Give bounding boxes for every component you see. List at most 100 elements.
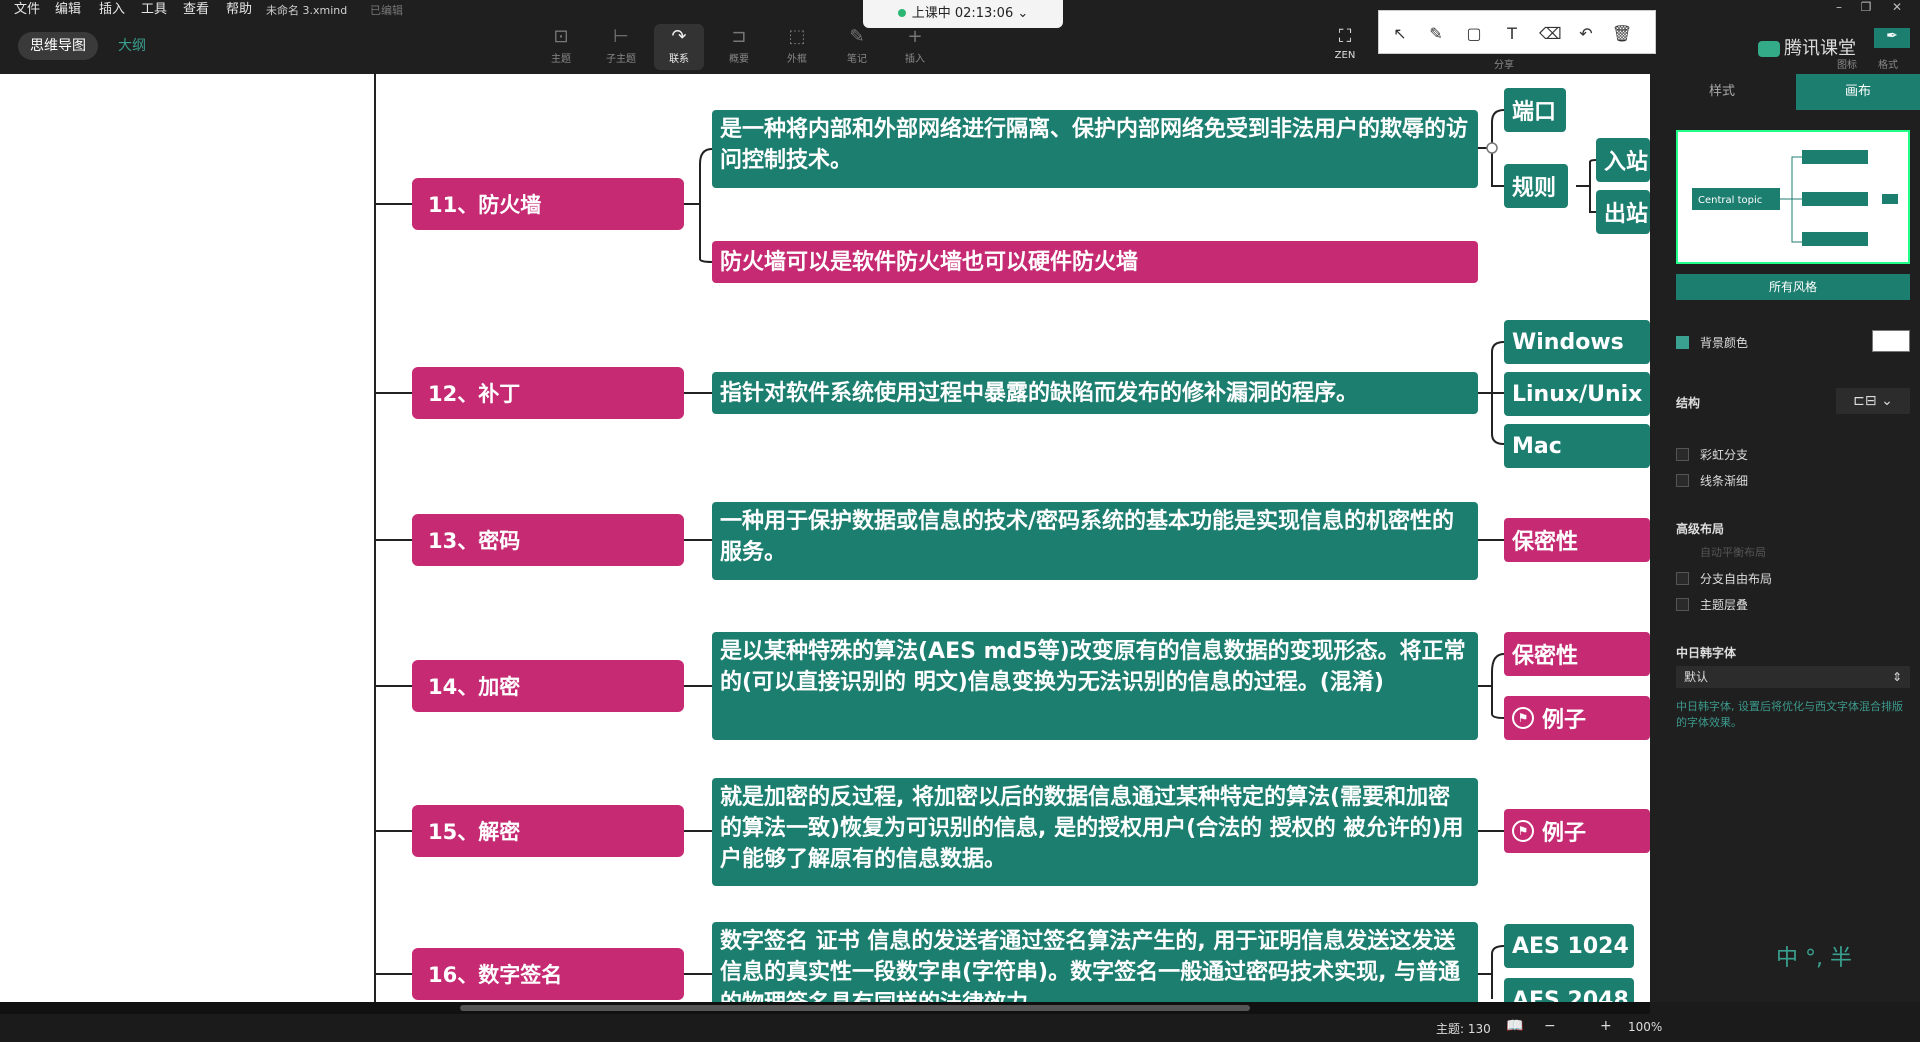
pen-icon[interactable]: ✎ bbox=[1425, 23, 1447, 45]
tab-style[interactable]: 样式 bbox=[1650, 74, 1794, 110]
advanced-layout-label: 高级布局 bbox=[1676, 522, 1725, 536]
tool-insert[interactable]: + 插入 bbox=[890, 24, 940, 70]
leaf-windows[interactable]: Windows bbox=[1504, 320, 1650, 364]
desc-decryption[interactable]: 就是加密的反过程, 将加密以后的数据信息通过某种特定的算法(需要和加密的算法一致… bbox=[712, 778, 1478, 886]
brand-mark bbox=[1758, 41, 1780, 57]
bg-color-swatch[interactable] bbox=[1872, 330, 1910, 352]
horizontal-scrollbar[interactable] bbox=[0, 1002, 1650, 1014]
tool-label: 联系 bbox=[669, 54, 689, 65]
leaf-confidentiality[interactable]: 保密性 bbox=[1504, 632, 1650, 676]
menu-file[interactable]: 文件 bbox=[14, 0, 40, 20]
share-label[interactable]: 分享 bbox=[1494, 56, 1514, 71]
book-icon[interactable]: 📖 bbox=[1506, 1018, 1523, 1034]
desc-patch[interactable]: 指针对软件系统使用过程中暴露的缺陷而发布的修补漏洞的程序。 bbox=[712, 372, 1478, 414]
leaf-outbound[interactable]: 出站 bbox=[1596, 190, 1650, 234]
chevron-down-icon: ⌄ bbox=[1017, 6, 1029, 21]
leaf-example[interactable]: ⚑ 例子 bbox=[1504, 696, 1650, 740]
zoom-level[interactable]: 100% bbox=[1628, 1020, 1662, 1034]
scroll-thumb[interactable] bbox=[460, 1005, 1250, 1011]
leaf-port[interactable]: 端口 bbox=[1504, 88, 1566, 132]
tool-label: 子主题 bbox=[606, 54, 636, 65]
leaf-aes-2048[interactable]: AES 2048 bbox=[1504, 978, 1634, 1002]
flag-icon: ⚑ bbox=[1512, 820, 1534, 842]
chevron-down-icon: ⌄ bbox=[1881, 393, 1893, 409]
live-class-indicator[interactable]: 上课中 02:13:06 ⌄ bbox=[863, 0, 1063, 28]
tool-summary[interactable]: ⊐ 概要 bbox=[714, 24, 764, 70]
leaf-example[interactable]: ⚑ 例子 bbox=[1504, 809, 1650, 853]
minimize-icon[interactable]: – bbox=[1828, 0, 1850, 18]
bg-color-checkbox[interactable] bbox=[1676, 336, 1689, 349]
topic-overlap-checkbox[interactable] bbox=[1676, 598, 1689, 611]
tool-subtopic[interactable]: ⊢ 子主题 bbox=[596, 24, 646, 70]
menu-view[interactable]: 查看 bbox=[183, 0, 209, 20]
close-icon[interactable]: ✕ bbox=[1886, 0, 1908, 18]
desc-digital-signature[interactable]: 数字签名 证书 信息的发送者通过签名算法产生的, 用于证明信息发送这发送信息的真… bbox=[712, 922, 1478, 1002]
structure-select[interactable]: ⊏⊟ ⌄ bbox=[1836, 388, 1910, 414]
subtopic-icon: ⊢ bbox=[613, 26, 629, 47]
annotation-toolbar: ↖ ✎ ▢ T ⌫ ↶ 🗑 bbox=[1378, 10, 1656, 54]
tab-outline[interactable]: 大纲 bbox=[106, 32, 158, 60]
topic-label: 13、密码 bbox=[428, 529, 521, 553]
ime-status: 中 °, 半 bbox=[1776, 946, 1852, 971]
desc-firewall-definition[interactable]: 是一种将内部和外部网络进行隔离、保护内部网络免受到非法用户的欺辱的访问控制技术。 bbox=[712, 110, 1478, 188]
sub-tab-format[interactable]: 格式 bbox=[1878, 56, 1898, 71]
tool-label: 外框 bbox=[787, 54, 807, 65]
topic-firewall[interactable]: 11、防火墙 bbox=[412, 178, 684, 230]
desc-encryption[interactable]: 是以某种特殊的算法(AES md5等)改变原有的信息数据的变现形态。将正常的(可… bbox=[712, 632, 1478, 740]
zoom-out-icon[interactable]: − bbox=[1544, 1018, 1556, 1034]
tool-relationship[interactable]: ↷ 联系 bbox=[654, 24, 704, 70]
structure-label: 结构 bbox=[1676, 396, 1701, 410]
topic-label: 14、加密 bbox=[428, 675, 521, 699]
format-pen-icon[interactable]: ✒ bbox=[1874, 28, 1910, 48]
topic-decryption[interactable]: 15、解密 bbox=[412, 805, 684, 857]
leaf-aes-1024[interactable]: AES 1024 bbox=[1504, 924, 1634, 968]
topic-label: 11、防火墙 bbox=[428, 193, 542, 217]
leaf-label: 例子 bbox=[1542, 708, 1587, 733]
text-icon[interactable]: T bbox=[1501, 23, 1523, 45]
zoom-in-icon[interactable]: + bbox=[1600, 1018, 1612, 1034]
menu-insert[interactable]: 插入 bbox=[99, 0, 125, 20]
main-branch-line bbox=[374, 74, 376, 1002]
topic-digital-signature[interactable]: 16、数字签名 bbox=[412, 948, 684, 1000]
tab-mindmap[interactable]: 思维导图 bbox=[18, 32, 98, 60]
flag-icon: ⚑ bbox=[1512, 707, 1534, 729]
taper-checkbox[interactable] bbox=[1676, 474, 1689, 487]
trash-icon[interactable]: 🗑 bbox=[1611, 23, 1633, 45]
rainbow-checkbox[interactable] bbox=[1676, 448, 1689, 461]
mindmap-canvas[interactable]: 11、防火墙 是一种将内部和外部网络进行隔离、保护内部网络免受到非法用户的欺辱的… bbox=[0, 74, 1650, 1002]
leaf-mac[interactable]: Mac bbox=[1504, 424, 1650, 468]
free-branch-checkbox[interactable] bbox=[1676, 572, 1689, 585]
tool-topic[interactable]: ⊡ 主题 bbox=[536, 24, 586, 70]
topic-patch[interactable]: 12、补丁 bbox=[412, 367, 684, 419]
tool-boundary[interactable]: ⬚ 外框 bbox=[772, 24, 822, 70]
menu-tools[interactable]: 工具 bbox=[141, 0, 167, 20]
leaf-linux[interactable]: Linux/Unix bbox=[1504, 372, 1650, 416]
cjk-font-select[interactable]: 默认 ⇕ bbox=[1676, 666, 1910, 688]
desc-password[interactable]: 一种用于保护数据或信息的技术/密码系统的基本功能是实现信息的机密性的服务。 bbox=[712, 502, 1478, 580]
leaf-rules[interactable]: 规则 bbox=[1504, 164, 1568, 208]
menu-edit[interactable]: 编辑 bbox=[55, 0, 81, 20]
topic-password[interactable]: 13、密码 bbox=[412, 514, 684, 566]
tool-notes[interactable]: ✎ 笔记 bbox=[832, 24, 882, 70]
boundary-icon: ⬚ bbox=[788, 26, 806, 47]
menu-help[interactable]: 帮助 bbox=[226, 0, 252, 20]
all-styles-button[interactable]: 所有风格 bbox=[1676, 274, 1910, 300]
restore-icon[interactable]: ❐ bbox=[1855, 0, 1877, 18]
tab-canvas[interactable]: 画布 bbox=[1796, 74, 1920, 110]
taper-label: 线条渐细 bbox=[1700, 474, 1749, 488]
leaf-inbound[interactable]: 入站 bbox=[1596, 138, 1650, 182]
topic-encryption[interactable]: 14、加密 bbox=[412, 660, 684, 712]
style-thumbnail[interactable]: Central topic bbox=[1676, 130, 1910, 264]
leaf-confidentiality[interactable]: 保密性 bbox=[1504, 518, 1650, 562]
topic-icon: ⊡ bbox=[553, 26, 569, 47]
eraser-icon[interactable]: ⌫ bbox=[1539, 23, 1562, 45]
pointer-icon[interactable]: ↖ bbox=[1389, 23, 1411, 45]
sub-tab-icon[interactable]: 图标 bbox=[1837, 56, 1857, 71]
summary-icon: ⊐ bbox=[731, 26, 747, 47]
leaf-label: 例子 bbox=[1542, 821, 1587, 846]
undo-icon[interactable]: ↶ bbox=[1575, 23, 1597, 45]
zen-button[interactable]: ⛶ ZEN bbox=[1325, 24, 1365, 70]
tool-label: 主题 bbox=[551, 54, 571, 65]
desc-firewall-types[interactable]: 防火墙可以是软件防火墙也可以硬件防火墙 bbox=[712, 241, 1478, 283]
rectangle-icon[interactable]: ▢ bbox=[1463, 23, 1485, 45]
